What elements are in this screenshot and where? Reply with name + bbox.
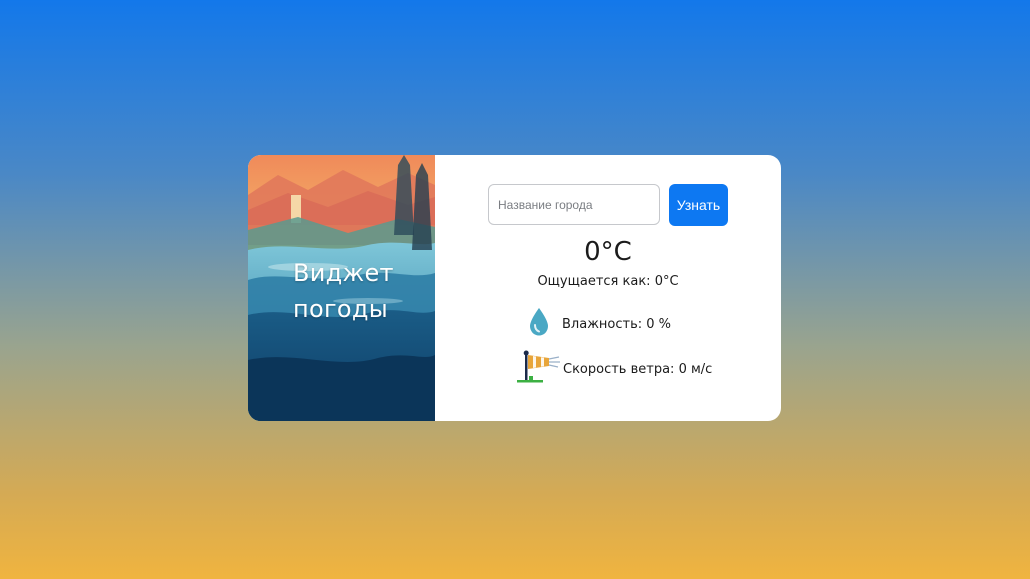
temperature-value: 0°C — [584, 237, 632, 267]
search-form: Узнать — [488, 184, 728, 226]
water-drop-icon — [528, 307, 550, 341]
wind-row: Скорость ветра: 0 м/с — [515, 350, 712, 388]
windsock-icon — [515, 350, 561, 388]
wind-speed-text: Скорость ветра: 0 м/с — [563, 361, 713, 377]
humidity-row: Влажность: 0 % — [528, 307, 671, 341]
widget-title-line1: Виджет — [293, 259, 394, 287]
city-input[interactable] — [488, 184, 660, 225]
banner-image: Виджет погоды — [248, 155, 435, 421]
feels-like-text: Ощущается как: 0°C — [537, 274, 679, 289]
search-button[interactable]: Узнать — [669, 184, 728, 226]
humidity-text: Влажность: 0 % — [562, 316, 672, 332]
weather-panel: Узнать 0°C Ощущается как: 0°C Влажность:… — [435, 155, 781, 421]
weather-widget: Виджет погоды Узнать 0°C Ощущается как: … — [248, 155, 781, 421]
widget-title-line2: погоды — [293, 295, 389, 323]
widget-title: Виджет погоды — [293, 255, 423, 327]
